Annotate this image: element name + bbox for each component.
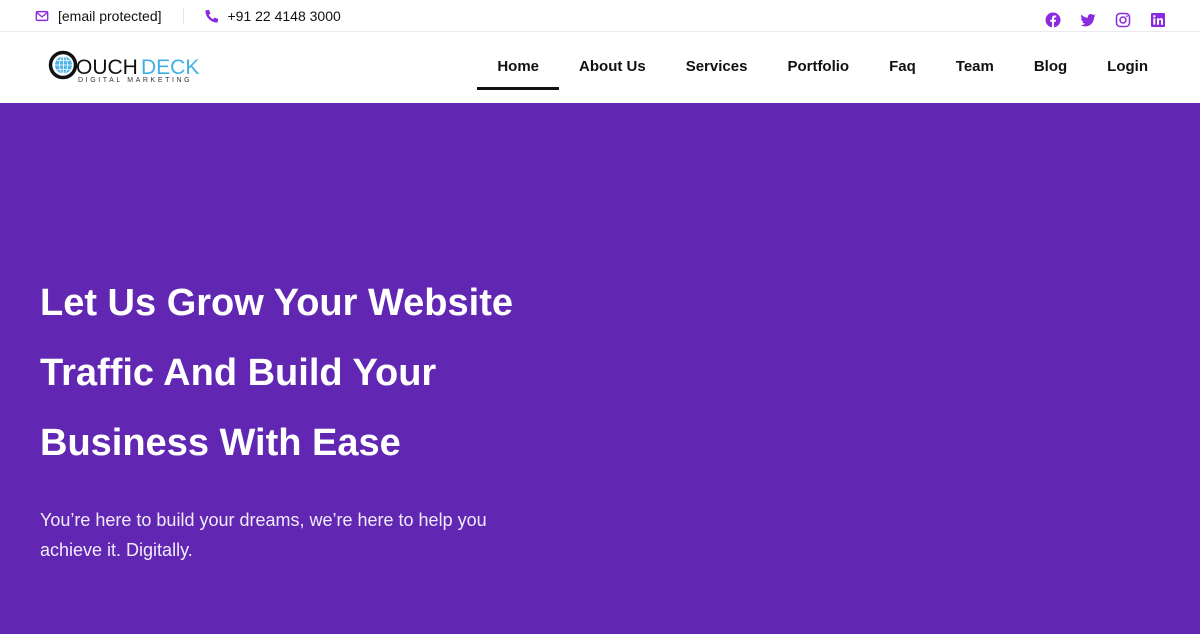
instagram-link[interactable]	[1115, 12, 1131, 28]
email-link[interactable]: [email protected]	[35, 8, 162, 24]
nav-item-about-us[interactable]: About Us	[559, 32, 666, 103]
nav-item-team[interactable]: Team	[936, 32, 1014, 103]
headline-line-2: Traffic And Build Your	[40, 352, 437, 394]
phone-text: +91 22 4148 3000	[227, 7, 341, 24]
facebook-icon	[1045, 12, 1061, 28]
subtext-line-1: You’re here to build your dreams, we’re …	[40, 510, 487, 530]
main-nav: Home About Us Services Portfolio Faq Tea…	[477, 32, 1168, 103]
linkedin-icon	[1151, 13, 1165, 27]
nav-item-login[interactable]: Login	[1087, 32, 1168, 103]
headline-line-3: Business With Ease	[40, 422, 401, 464]
divider	[182, 7, 184, 24]
nav-item-services[interactable]: Services	[666, 32, 768, 103]
social-links	[1045, 12, 1166, 28]
logo-tagline: DIGITAL MARKETING	[78, 77, 192, 84]
phone-link[interactable]: +91 22 4148 3000	[204, 7, 341, 24]
instagram-icon	[1115, 12, 1131, 28]
top-bar: [email protected] +91 22 4148 3000	[0, 0, 1200, 32]
subtext-line-2: achieve it. Digitally.	[40, 540, 193, 560]
headline-line-1: Let Us Grow Your Website	[40, 282, 513, 324]
hero-subtext: You’re here to build your dreams, we’re …	[40, 505, 540, 565]
linkedin-link[interactable]	[1150, 12, 1166, 28]
logo-text-deck: DECK	[141, 56, 199, 79]
hero-headline: Let Us Grow Your Website Traffic And Bui…	[40, 268, 560, 478]
facebook-link[interactable]	[1045, 12, 1061, 28]
contact-info: [email protected] +91 22 4148 3000	[35, 0, 341, 31]
nav-item-faq[interactable]: Faq	[869, 32, 936, 103]
nav-item-home[interactable]: Home	[477, 32, 559, 103]
twitter-link[interactable]	[1080, 12, 1096, 28]
main-header: OUCH DECK DIGITAL MARKETING Home About U…	[0, 32, 1200, 103]
couchdeck-logo: OUCH DECK DIGITAL MARKETING	[48, 50, 199, 84]
nav-item-blog[interactable]: Blog	[1014, 32, 1087, 103]
site-logo[interactable]: OUCH DECK DIGITAL MARKETING	[48, 50, 218, 91]
twitter-icon	[1080, 14, 1096, 27]
logo-text-ouch: OUCH	[76, 56, 138, 79]
nav-item-portfolio[interactable]: Portfolio	[767, 32, 869, 103]
envelope-icon	[35, 10, 49, 21]
phone-icon	[204, 9, 218, 23]
email-text: [email protected]	[58, 7, 162, 24]
hero-section: Let Us Grow Your Website Traffic And Bui…	[0, 103, 1200, 634]
